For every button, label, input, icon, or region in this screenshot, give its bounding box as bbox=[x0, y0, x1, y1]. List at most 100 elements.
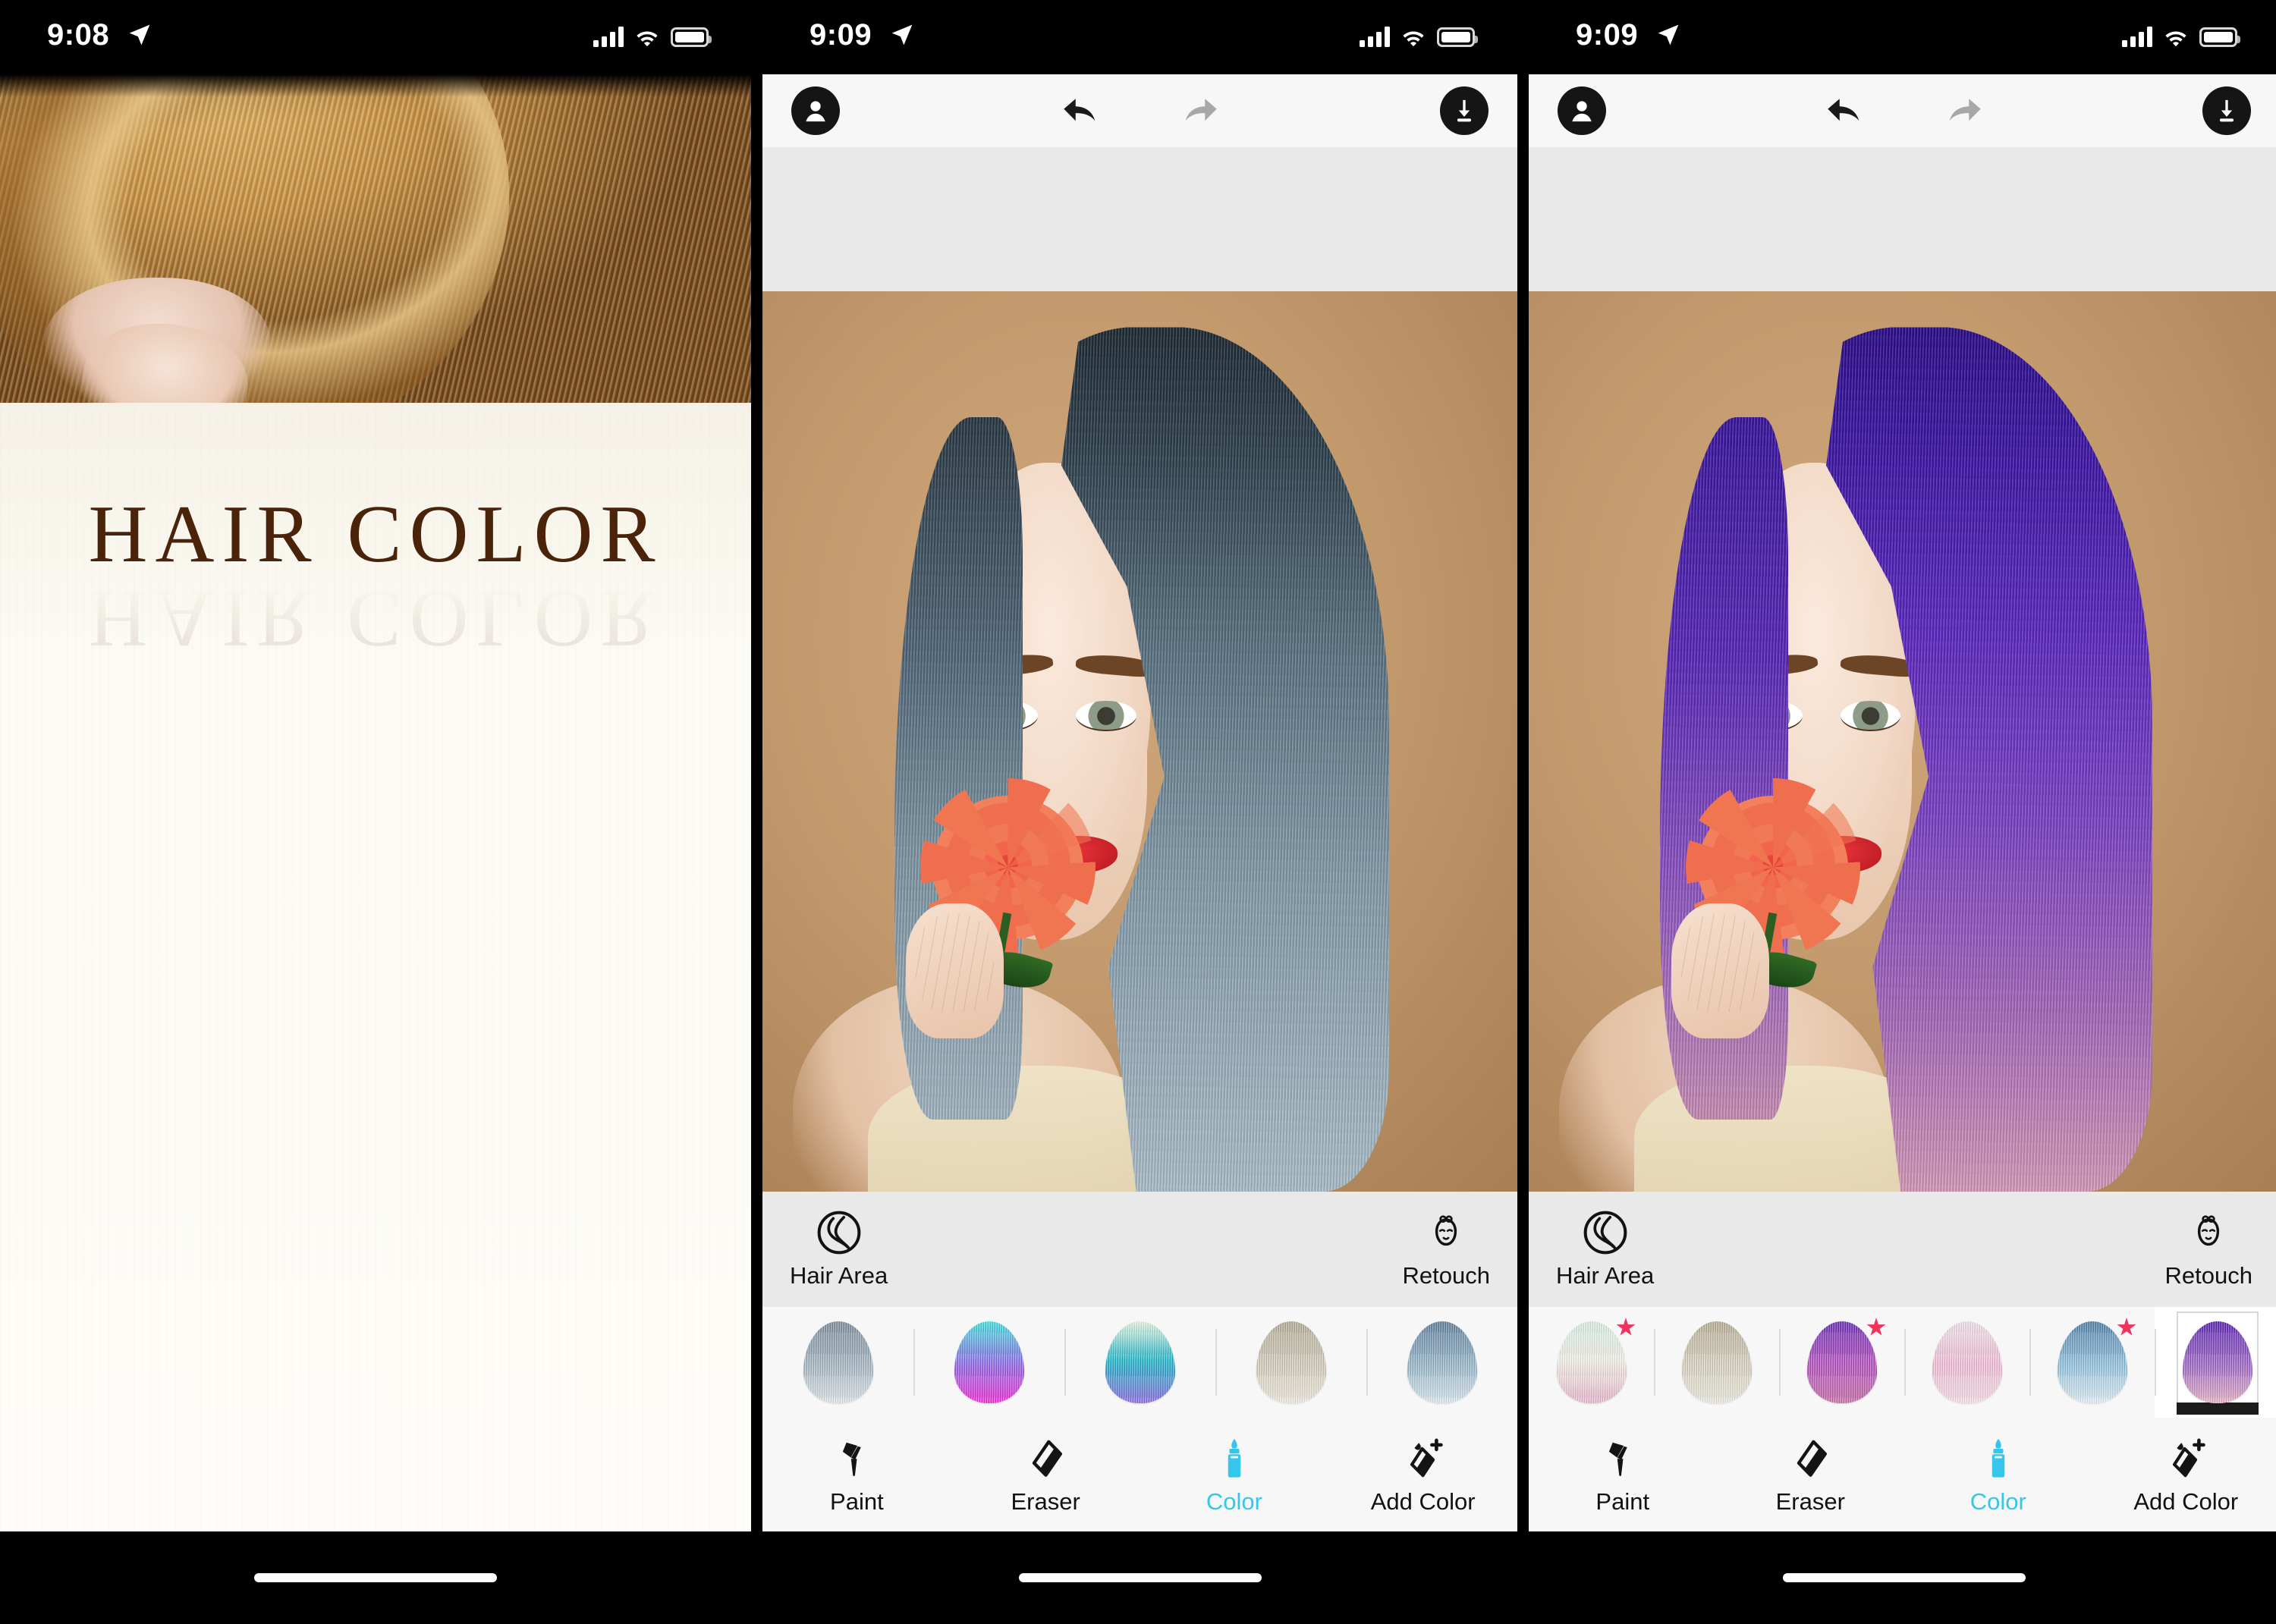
home-indicator[interactable] bbox=[254, 1573, 497, 1582]
tool-eraser[interactable]: Eraser bbox=[1717, 1434, 1905, 1516]
swatch-purple-pink-ombre[interactable] bbox=[2155, 1307, 2276, 1418]
tool-add-color[interactable]: Add Color bbox=[2092, 1434, 2276, 1516]
hair-area-bar: Hair Area Retouch bbox=[1529, 1192, 2276, 1307]
swatch-violet-magenta[interactable] bbox=[1779, 1307, 1904, 1418]
status-icons bbox=[1360, 21, 1478, 47]
splash-hero-photo bbox=[0, 74, 751, 510]
battery-icon bbox=[671, 27, 712, 47]
status-icons bbox=[593, 21, 712, 47]
battery-icon bbox=[1437, 27, 1478, 47]
swatch-cyan-magenta[interactable] bbox=[913, 1307, 1064, 1418]
tool-label: Paint bbox=[1595, 1488, 1650, 1515]
retouch-icon bbox=[1435, 1215, 1457, 1246]
swatch-warm-ash-blonde[interactable] bbox=[1654, 1307, 1779, 1418]
retouch-button[interactable]: Retouch bbox=[2165, 1209, 2252, 1289]
swatch-sky-blue-fade[interactable] bbox=[2029, 1307, 2155, 1418]
paint-brush-icon bbox=[1608, 1442, 1627, 1476]
portrait-icon[interactable] bbox=[791, 86, 840, 135]
home-indicator-bar bbox=[1529, 1531, 2276, 1624]
download-icon[interactable] bbox=[2202, 86, 2251, 135]
app-title: HAIR COLOR bbox=[88, 489, 663, 580]
undo-redo-group bbox=[1055, 88, 1226, 134]
color-tube-icon bbox=[1228, 1438, 1241, 1478]
hair-area-button[interactable]: Hair Area bbox=[790, 1209, 888, 1289]
splash-body: HAIR COLOR HAIR COLOR bbox=[0, 403, 751, 1531]
wifi-icon bbox=[2165, 31, 2186, 47]
paint-brush-icon bbox=[843, 1442, 862, 1476]
hair-area-label: Hair Area bbox=[790, 1262, 888, 1289]
redo-icon[interactable] bbox=[1173, 88, 1226, 134]
status-icons bbox=[2122, 21, 2240, 47]
panel-divider bbox=[1517, 0, 1529, 1624]
location-arrow-icon bbox=[129, 24, 150, 46]
download-icon[interactable] bbox=[1440, 86, 1489, 135]
cellular-signal-icon bbox=[1360, 26, 1390, 47]
hair-area-icon bbox=[1583, 1211, 1627, 1255]
home-indicator[interactable] bbox=[1783, 1573, 2026, 1582]
splash-screen: HAIR COLOR HAIR COLOR bbox=[0, 74, 751, 1531]
tool-eraser[interactable]: Eraser bbox=[951, 1434, 1140, 1516]
color-swatch-strip[interactable] bbox=[762, 1307, 1517, 1418]
retouch-button[interactable]: Retouch bbox=[1403, 1209, 1490, 1289]
tool-label: Add Color bbox=[2133, 1488, 2239, 1515]
undo-icon[interactable] bbox=[1055, 88, 1108, 134]
editor-screen: Hair Area Retouch Paint Eraser Color Add… bbox=[1529, 74, 2276, 1531]
hair-area-bar: Hair Area Retouch bbox=[762, 1192, 1517, 1307]
tool-label: Color bbox=[1206, 1488, 1262, 1515]
location-arrow-icon bbox=[1658, 24, 1679, 46]
phone-screen-splash: 9:08 HAIR COLOR HAIR COLOR bbox=[0, 0, 751, 1624]
status-time: 9:09 bbox=[809, 18, 872, 52]
cellular-signal-icon bbox=[2122, 26, 2152, 47]
swatch-selected-indicator bbox=[2176, 1403, 2259, 1415]
tool-paint[interactable]: Paint bbox=[762, 1434, 951, 1516]
color-swatch-strip[interactable] bbox=[1529, 1307, 2276, 1418]
swatch-denim-blue[interactable] bbox=[1366, 1307, 1517, 1418]
undo-icon[interactable] bbox=[1819, 88, 1872, 134]
tool-color[interactable]: Color bbox=[1140, 1434, 1329, 1516]
wifi-icon bbox=[1403, 31, 1424, 47]
tool-add-color[interactable]: Add Color bbox=[1328, 1434, 1517, 1516]
color-tube-icon bbox=[1992, 1438, 2004, 1478]
eraser-icon bbox=[1797, 1440, 1828, 1477]
editor-tool-bar: Paint Eraser Color Add Color bbox=[1529, 1418, 2276, 1531]
tool-label: Add Color bbox=[1370, 1488, 1476, 1515]
wifi-icon bbox=[637, 31, 658, 47]
home-indicator[interactable] bbox=[1018, 1573, 1262, 1582]
portrait-icon[interactable] bbox=[1558, 86, 1606, 135]
tool-label: Paint bbox=[830, 1488, 884, 1515]
editor-top-toolbar bbox=[762, 74, 1517, 147]
app-title-reflection: HAIR COLOR bbox=[88, 573, 663, 664]
status-bar: 9:08 bbox=[0, 0, 751, 74]
tool-label: Eraser bbox=[1011, 1488, 1080, 1515]
panel-divider bbox=[751, 0, 762, 1624]
tool-paint[interactable]: Paint bbox=[1529, 1434, 1717, 1516]
tool-label: Eraser bbox=[1775, 1488, 1845, 1515]
retouch-icon bbox=[2198, 1215, 2220, 1246]
home-indicator-bar bbox=[0, 1531, 751, 1624]
retouch-label: Retouch bbox=[1402, 1262, 1490, 1289]
phone-screen-editor-purple: 9:09 Hair Area Retouch Paint Eraser Colo… bbox=[1529, 0, 2276, 1624]
swatch-pale-mint-pink[interactable] bbox=[1529, 1307, 1654, 1418]
location-arrow-icon bbox=[891, 24, 913, 46]
hand bbox=[1671, 903, 1769, 1039]
screenshot-stage: 9:08 HAIR COLOR HAIR COLOR 9:09 Hair Are… bbox=[0, 0, 2276, 1624]
swatch-ash-beige[interactable] bbox=[1215, 1307, 1366, 1418]
swatch-soft-pink[interactable] bbox=[1904, 1307, 2029, 1418]
hair-area-label: Hair Area bbox=[1556, 1262, 1655, 1289]
canvas-background bbox=[1529, 147, 2276, 291]
phone-screen-editor-blue: 9:09 Hair Area Retouch Paint Eraser Colo… bbox=[762, 0, 1517, 1624]
hair-area-button[interactable]: Hair Area bbox=[1556, 1209, 1654, 1289]
cellular-signal-icon bbox=[593, 26, 624, 47]
swatch-mint-teal-violet[interactable] bbox=[1064, 1307, 1215, 1418]
photo-preview[interactable] bbox=[1529, 291, 2276, 1192]
status-time: 9:09 bbox=[1576, 18, 1639, 52]
eraser-icon bbox=[1032, 1440, 1063, 1477]
redo-icon[interactable] bbox=[1937, 88, 1990, 134]
photo-preview[interactable] bbox=[762, 291, 1517, 1192]
editor-top-toolbar bbox=[1529, 74, 2276, 147]
status-bar: 9:09 bbox=[762, 0, 1517, 74]
home-indicator-bar bbox=[762, 1531, 1517, 1624]
tool-color[interactable]: Color bbox=[1904, 1434, 2092, 1516]
swatch-steel-grey-blue[interactable] bbox=[762, 1307, 913, 1418]
status-bar: 9:09 bbox=[1529, 0, 2276, 74]
